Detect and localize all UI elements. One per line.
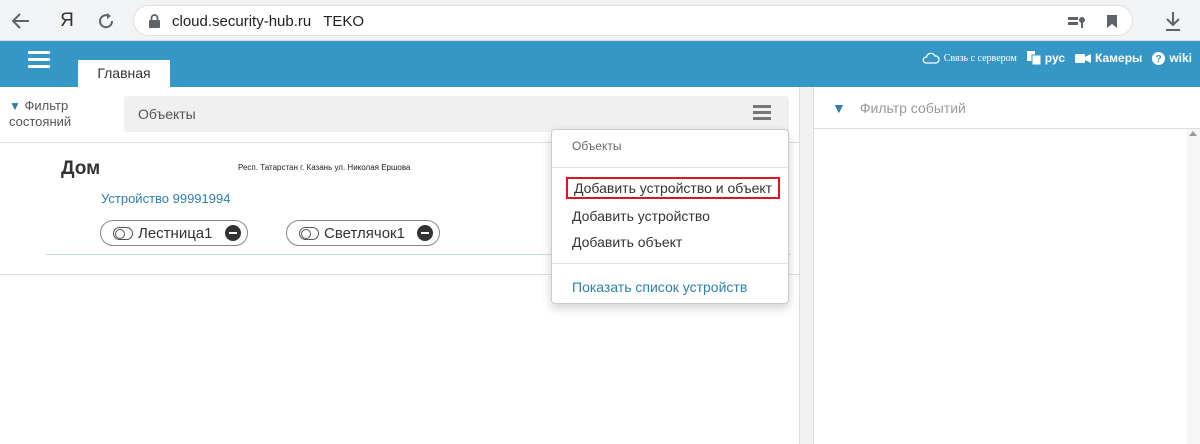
wiki-link[interactable]: ? wiki — [1152, 51, 1192, 65]
url-text: cloud.security-hub.ru — [172, 13, 312, 30]
objects-label: Объекты — [138, 106, 196, 122]
divider — [814, 128, 1200, 129]
state-filter-label-1: Фильтр — [24, 98, 69, 113]
panel-splitter[interactable] — [799, 87, 814, 444]
add-object-item[interactable]: Добавить объект — [572, 234, 682, 250]
zone-toggle-icon — [299, 226, 319, 240]
zone-toggle-icon — [113, 226, 133, 240]
event-filter[interactable]: ▼ Фильтр событий — [832, 100, 966, 116]
add-device-item[interactable]: Добавить устройство — [572, 208, 710, 224]
dropdown-header: Объекты — [572, 139, 622, 153]
camera-icon — [1075, 53, 1092, 63]
server-sync-status[interactable]: Связь с сервером — [922, 52, 1017, 64]
filter-icon: ▼ — [9, 99, 21, 113]
lock-icon — [149, 14, 160, 28]
state-filter-label-2: состояний — [9, 114, 72, 129]
language-label: рус — [1044, 51, 1066, 65]
app-header: Главная Связь с сервером рус Камеры ? wi… — [0, 41, 1200, 87]
zone-label: Светлячок1 — [324, 224, 405, 242]
key-icon[interactable] — [1068, 14, 1086, 33]
yandex-logo-icon[interactable]: Я — [54, 8, 80, 34]
add-device-and-object-item[interactable]: Добавить устройство и объект — [566, 177, 781, 199]
zone-chip[interactable]: Лестница1 — [100, 220, 248, 246]
address-bar[interactable]: cloud.security-hub.ru TEKO — [133, 5, 1133, 36]
scroll-up-icon[interactable] — [1189, 131, 1197, 136]
remove-zone-icon[interactable] — [416, 225, 433, 241]
url-display: cloud.security-hub.ru TEKO — [172, 13, 364, 30]
filter-icon: ▼ — [832, 100, 846, 116]
wiki-label: wiki — [1169, 51, 1192, 65]
header-actions: Связь с сервером рус Камеры ? wiki — [922, 51, 1192, 65]
svg-text:?: ? — [1156, 54, 1162, 65]
remove-zone-icon[interactable] — [224, 225, 241, 241]
object-address: Респ. Татарстан г. Казань ул. Николая Ер… — [238, 163, 411, 172]
divider — [552, 263, 788, 264]
scrollbar[interactable] — [1187, 129, 1200, 444]
zone-chip[interactable]: Светлячок1 — [286, 220, 440, 246]
translate-icon — [1026, 51, 1041, 65]
state-filter[interactable]: ▼ Фильтр состояний — [9, 98, 71, 129]
cloud-icon — [922, 52, 940, 64]
device-link[interactable]: Устройство 99991994 — [101, 191, 230, 206]
bookmark-icon[interactable] — [1106, 14, 1118, 34]
object-name[interactable]: Дом — [61, 158, 100, 180]
cameras-link[interactable]: Камеры — [1075, 51, 1142, 65]
page-title-text: TEKO — [323, 13, 365, 30]
help-icon: ? — [1152, 51, 1166, 65]
reload-icon[interactable] — [93, 8, 119, 34]
event-filter-label: Фильтр событий — [859, 100, 966, 116]
objects-menu-icon[interactable] — [753, 105, 771, 121]
cameras-label: Камеры — [1095, 51, 1143, 65]
sync-label: Связь с сервером — [943, 52, 1017, 64]
download-icon[interactable] — [1160, 8, 1186, 34]
show-device-list-link[interactable]: Показать список устройств — [572, 279, 747, 295]
objects-dropdown-menu: Объекты Добавить устройство и объект Доб… — [551, 129, 789, 304]
divider — [552, 167, 788, 168]
tab-main[interactable]: Главная — [78, 60, 170, 87]
zone-label: Лестница1 — [138, 224, 213, 242]
browser-toolbar: Я cloud.security-hub.ru TEKO — [0, 0, 1200, 41]
events-panel: ▼ Фильтр событий — [814, 87, 1200, 444]
language-switch[interactable]: рус — [1026, 51, 1066, 65]
menu-icon[interactable] — [28, 51, 50, 69]
objects-bar: Объекты — [124, 96, 789, 132]
back-arrow-icon[interactable] — [8, 8, 34, 34]
